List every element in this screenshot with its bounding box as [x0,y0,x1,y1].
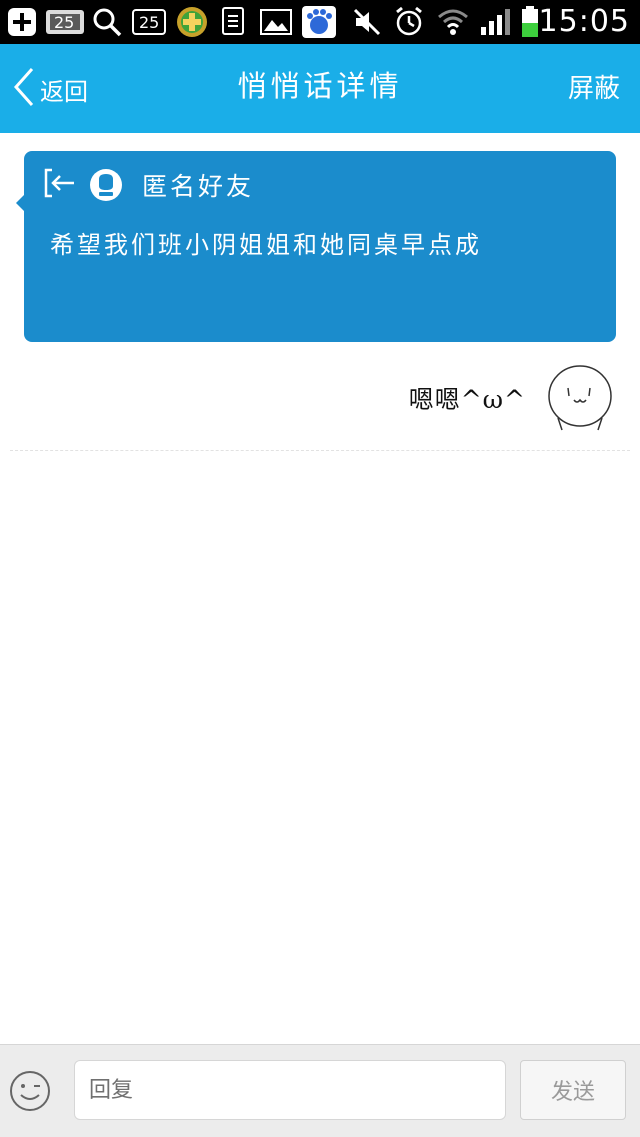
mute-icon [350,4,384,40]
reply-item: 嗯嗯^ω^ [409,360,616,436]
send-button[interactable]: 发送 [520,1060,626,1120]
user-avatar[interactable] [544,362,616,434]
back-button[interactable]: 返回 [12,66,88,112]
message-body: 希望我们班小阴姐姐和她同桌早点成 [50,231,482,259]
search-icon [90,4,124,40]
document-icon [218,4,250,40]
baidu-icon [300,4,338,40]
image-icon [258,4,294,40]
divider [10,450,630,451]
reply-text: 嗯嗯^ω^ [408,385,526,414]
wifi-icon [436,4,470,40]
incoming-arrow-icon [44,168,76,202]
calendar-icon: 25 [130,4,168,40]
page-title: 悄悄话详情 [237,69,403,103]
anonymous-avatar-icon [90,169,122,201]
card-pointer [16,195,24,211]
block-button[interactable]: 屏蔽 [568,66,620,112]
card-header: 匿名好友 [44,167,254,203]
back-label: 返回 [40,77,88,106]
plus-app-icon [174,4,210,40]
sms-badge-count: 25 [54,13,75,32]
status-clock: 15:05 [538,4,630,39]
sms-badge-icon: 25 [44,4,86,40]
add-icon [4,4,40,40]
sender-name: 匿名好友 [142,172,255,201]
chevron-left-icon [12,66,36,112]
calendar-date: 25 [139,13,160,32]
alarm-icon [392,4,426,40]
signal-icon [478,4,514,40]
title-bar: 返回 悄悄话详情 屏蔽 [0,44,640,133]
status-bar: 25 25 15:05 [0,0,640,44]
whisper-message-card: 匿名好友 希望我们班小阴姐姐和她同桌早点成 [16,151,616,342]
reply-input[interactable] [74,1060,506,1120]
emoji-icon[interactable] [8,1069,52,1113]
reply-composer: 发送 [0,1044,640,1137]
